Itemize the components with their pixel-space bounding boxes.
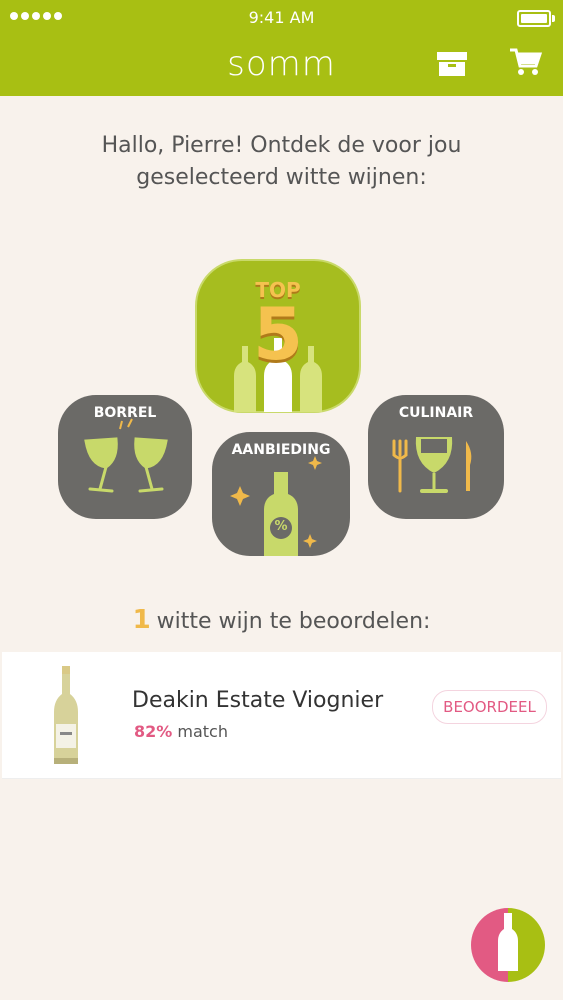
greeting-text: Hallo, Pierre! Ontdek de voor jou gesele…	[101, 133, 462, 190]
battery-icon	[517, 10, 555, 27]
rate-button[interactable]: BEOORDEEL	[432, 690, 547, 724]
rating-heading: 1 witte wijn te beoordelen:	[0, 605, 563, 635]
wine-bottle-image	[50, 666, 82, 766]
top5-number: 5	[252, 292, 304, 376]
borrel-label: BORREL	[93, 405, 157, 421]
wine-fab-button[interactable]	[470, 907, 546, 983]
app-header: 9:41 AM somm	[0, 0, 563, 96]
cart-icon[interactable]	[508, 44, 544, 80]
culinair-tile[interactable]: CULINAIR	[366, 393, 506, 523]
wine-name: Deakin Estate Viognier	[132, 688, 384, 713]
discount-badge: %	[274, 519, 288, 534]
culinair-label: CULINAIR	[398, 405, 474, 421]
match-percent: 82%	[134, 722, 173, 741]
wine-match: 82% match	[134, 722, 228, 741]
box-icon[interactable]	[434, 44, 470, 80]
status-bar: 9:41 AM	[0, 0, 563, 36]
aanbieding-tile[interactable]: AANBIEDING %	[210, 430, 352, 560]
wine-card[interactable]: Deakin Estate Viognier 82% match BEOORDE…	[2, 652, 561, 779]
app-logo: somm	[227, 44, 336, 84]
aanbieding-label: AANBIEDING	[231, 442, 331, 458]
rating-count: 1	[132, 605, 151, 635]
borrel-tile[interactable]: BORREL	[56, 393, 194, 523]
status-time: 9:41 AM	[248, 8, 315, 27]
match-label: match	[177, 722, 228, 741]
rating-text: witte wijn te beoordelen:	[156, 609, 431, 634]
top5-tile[interactable]: TOP 5	[194, 258, 362, 416]
